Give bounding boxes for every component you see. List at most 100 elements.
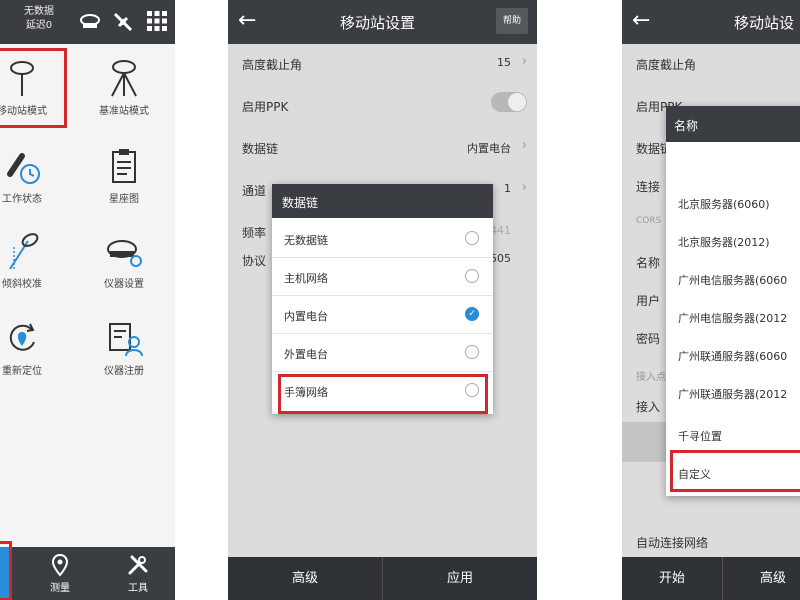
- option-label: 广州联通服务器(6060: [678, 350, 788, 363]
- option-host-network[interactable]: 主机网络: [272, 258, 493, 296]
- dialog-title: 数据链: [282, 196, 319, 210]
- instrument-settings-button[interactable]: 仪器设置: [84, 225, 164, 300]
- radio-checked-icon[interactable]: ✓: [465, 307, 479, 321]
- server-option[interactable]: 北京服务器(6060): [666, 184, 800, 222]
- tripod-icon: [111, 60, 137, 97]
- advanced-button[interactable]: 高级: [723, 557, 800, 600]
- setting-row-ppk: 启用PPK: [228, 84, 537, 126]
- server-option[interactable]: 广州电信服务器(2012: [666, 298, 800, 336]
- option-label: 外置电台: [284, 348, 328, 361]
- relocate-button[interactable]: 重新定位: [0, 312, 62, 387]
- option-no-datalink[interactable]: 无数据链: [272, 220, 493, 258]
- channel-label: 通道: [242, 184, 267, 198]
- instrument-settings-label: 仪器设置: [104, 279, 144, 290]
- instrument-register-button[interactable]: 仪器注册: [84, 312, 164, 387]
- footer-bar: 高级 应用: [228, 557, 537, 600]
- nav-tools-label: 工具: [128, 583, 148, 594]
- constellation-button[interactable]: 星座图: [84, 140, 164, 215]
- tools-icon: [128, 555, 148, 575]
- setting-row-cutoff[interactable]: 高度截止角 15 ›: [228, 42, 537, 84]
- setting-row-auto-connect[interactable]: 自动连接网络: [622, 520, 800, 562]
- row-label: 连接: [636, 180, 661, 194]
- chevron-right-icon: ›: [521, 138, 527, 153]
- top-bar: 无数据 延迟0: [0, 0, 175, 44]
- header-bar: ← 移动站设: [622, 0, 800, 44]
- relocate-label: 重新定位: [2, 366, 42, 377]
- protocol-value: 505: [490, 252, 511, 265]
- radio-button[interactable]: [465, 345, 479, 359]
- option-external-radio[interactable]: 外置电台: [272, 334, 493, 372]
- instrument-register-label: 仪器注册: [104, 366, 144, 377]
- location-pin-icon: [51, 553, 69, 577]
- option-label: 北京服务器(2012): [678, 236, 770, 249]
- highlight-custom: [670, 450, 800, 492]
- tilt-calibration-button[interactable]: 倾斜校准: [0, 225, 62, 300]
- tilt-pole-icon: [9, 233, 39, 270]
- server-option[interactable]: 广州联通服务器(6060: [666, 336, 800, 374]
- left-screen: 无数据 延迟0 移动站模式 基准站模式 工作状态 星座图 倾斜校准 仪器设置 重…: [0, 0, 175, 600]
- page-title: 移动站设置: [340, 14, 416, 32]
- frequency-value: 441: [490, 224, 511, 237]
- satellite-icon[interactable]: [111, 10, 135, 34]
- instrument-gear-icon: [107, 240, 142, 267]
- ppk-toggle[interactable]: [491, 92, 527, 112]
- register-icon: [109, 323, 143, 357]
- name-dialog: 名称 北京服务器(6060) 北京服务器(2012) 广州电信服务器(6060 …: [666, 106, 800, 496]
- footer-bar: 开始 高级: [622, 557, 800, 600]
- start-button[interactable]: 开始: [622, 557, 723, 600]
- row-label: 用户: [636, 294, 661, 308]
- channel-value: 1: [504, 182, 511, 195]
- tilt-calibration-label: 倾斜校准: [2, 279, 42, 290]
- toggle-knob: [508, 93, 526, 111]
- dialog-title-bar: 名称: [666, 106, 800, 142]
- help-button[interactable]: 帮助: [496, 8, 528, 34]
- server-option[interactable]: 千寻位置: [666, 416, 800, 454]
- option-label: 广州电信服务器(2012: [678, 312, 788, 325]
- chevron-right-icon: ›: [521, 54, 527, 69]
- constellation-label: 星座图: [109, 194, 139, 205]
- nav-tools[interactable]: 工具: [108, 547, 168, 600]
- work-status-button[interactable]: 工作状态: [0, 140, 62, 215]
- server-option[interactable]: 广州电信服务器(6060: [666, 260, 800, 298]
- option-label: 无数据链: [284, 234, 328, 247]
- row-label: CORS: [636, 216, 662, 226]
- advanced-button[interactable]: 高级: [228, 557, 383, 600]
- row-label: 名称: [636, 256, 661, 270]
- base-mode-button[interactable]: 基准站模式: [84, 52, 164, 127]
- server-option[interactable]: 北京服务器(2012): [666, 222, 800, 260]
- nav-measure[interactable]: 测量: [30, 547, 90, 600]
- back-arrow-icon[interactable]: ←: [632, 8, 650, 34]
- base-mode-label: 基准站模式: [99, 106, 149, 117]
- apply-button[interactable]: 应用: [383, 557, 537, 600]
- link-clock-icon: [7, 153, 40, 184]
- highlight-tab: [0, 541, 12, 600]
- relocate-icon: [9, 323, 35, 351]
- highlight-handbook-network: [278, 374, 488, 414]
- row-label: 接入点: [636, 372, 666, 383]
- back-arrow-icon[interactable]: ←: [238, 8, 256, 34]
- cutoff-value: 15: [497, 56, 511, 69]
- status-line-1: 无数据: [24, 6, 54, 17]
- work-status-label: 工作状态: [2, 194, 42, 205]
- server-option[interactable]: 广州联通服务器(2012: [666, 374, 800, 412]
- middle-screen: ← 移动站设置 帮助 高度截止角 15 › 启用PPK 数据链 内置电台 › 通…: [228, 0, 537, 600]
- radio-button[interactable]: [465, 231, 479, 245]
- row-label: 接入: [636, 400, 661, 414]
- option-internal-radio[interactable]: 内置电台 ✓: [272, 296, 493, 334]
- datalink-value: 内置电台: [467, 142, 511, 155]
- receiver-icon[interactable]: [78, 10, 102, 34]
- radio-button[interactable]: [465, 269, 479, 283]
- highlight-rover-mode: [0, 48, 67, 128]
- cutoff-label: 高度截止角: [242, 58, 303, 72]
- setting-row-datalink[interactable]: 数据链 内置电台 ›: [228, 126, 537, 168]
- page-title: 移动站设: [734, 14, 795, 32]
- option-label: 千寻位置: [678, 430, 722, 443]
- option-label: 北京服务器(6060): [678, 198, 770, 211]
- chevron-right-icon: ›: [521, 180, 527, 195]
- protocol-label: 协议: [242, 254, 267, 268]
- setting-row[interactable]: 高度截止角: [622, 42, 800, 84]
- grid-menu-icon[interactable]: [145, 10, 169, 34]
- option-label: 广州联通服务器(2012: [678, 388, 788, 401]
- nav-measure-label: 测量: [50, 583, 70, 594]
- ppk-label: 启用PPK: [242, 100, 289, 114]
